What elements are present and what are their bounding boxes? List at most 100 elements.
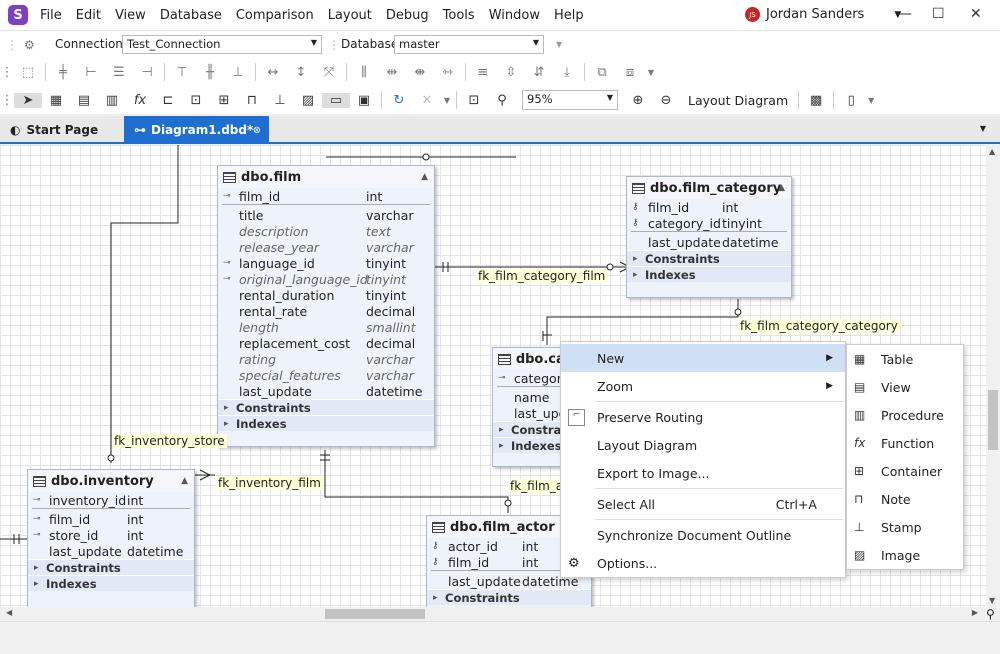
collapse-icon[interactable]: ▲ [181,476,188,486]
scroll-right-icon[interactable]: ▶ [972,608,978,617]
function-icon[interactable]: fx [126,93,154,108]
menu-item-export-image[interactable]: Export to Image... [561,459,845,487]
auto-size-icon[interactable]: ⬚ [14,65,42,80]
menu-debug[interactable]: Debug [386,8,429,23]
menu-item-layout-diagram[interactable]: Layout Diagram [561,431,845,459]
collapse-icon[interactable]: ▲ [421,172,428,182]
bring-front-icon[interactable]: ⧉ [588,65,616,80]
entity-header[interactable]: dbo.inventory ▲ [28,470,194,492]
column-row[interactable]: description text [218,223,434,239]
column-row[interactable]: ⊸ language_id tinyint [218,255,434,271]
horizontal-scroll-thumb[interactable] [325,609,425,619]
chevron-down-icon[interactable]: ▼ [441,96,453,105]
database-select[interactable]: master ▼ [394,35,544,54]
vspace-remove-icon[interactable]: ⤓ [553,65,581,80]
column-row[interactable]: last_update datetime [218,383,434,399]
close-icon[interactable]: ⊗ [253,125,261,136]
procedure-icon[interactable]: ▥ [98,93,126,108]
table-film-category[interactable]: dbo.film_category ▲ ⚷ film_id int ⚷ category… [626,176,792,298]
indexes-section[interactable]: Indexes [627,266,791,282]
align-top-icon[interactable]: ⊤ [168,65,196,80]
column-row[interactable]: rental_rate decimal [218,303,434,319]
menu-database[interactable]: Database [160,8,222,23]
vspace-increase-icon[interactable]: ⇳ [497,65,525,80]
tab-diagram[interactable]: ⊶ Diagram1.dbd* ⊗ [124,116,269,144]
space-remove-icon[interactable]: ⇿ [434,65,462,80]
relation-icon[interactable]: ⊏ [154,93,182,108]
submenu-item-function[interactable]: fx Function [847,429,963,457]
export-icon[interactable]: ▣ [350,93,378,108]
note-icon[interactable]: ⊓ [238,93,266,108]
chevron-down-icon[interactable]: ▼ [865,96,877,105]
menu-item-sync-outline[interactable]: Synchronize Document Outline [561,521,845,549]
fk-label[interactable]: fk_film_category_category [738,319,900,333]
indexes-section[interactable]: Indexes [218,415,434,431]
table-film[interactable]: dbo.film ▲ ⊸ film_id int title varchar descr… [217,165,435,447]
menu-window[interactable]: Window [489,8,540,23]
vspace-decrease-icon[interactable]: ⇵ [525,65,553,80]
submenu-item-view[interactable]: ▤ View [847,373,963,401]
menu-item-select-all[interactable]: Select All Ctrl+A [561,490,845,518]
column-row[interactable]: ⚷ category_id tinyint [627,215,791,231]
menu-view[interactable]: View [115,8,146,23]
view-icon[interactable]: ▤ [70,93,98,108]
outline-icon[interactable]: ▩ [802,93,830,108]
column-row[interactable]: ⊸ inventory_id int [28,492,194,508]
menu-tools[interactable]: Tools [443,8,475,23]
align-bottom-icon[interactable]: ⊥ [224,65,252,80]
cancel-icon[interactable]: ✕ [413,93,441,108]
column-row[interactable]: special_features varchar [218,367,434,383]
column-row[interactable]: replacement_cost decimal [218,335,434,351]
collapse-icon[interactable]: ▲ [778,183,785,193]
more-icon[interactable]: ▼ [556,40,562,49]
zoom-out-icon[interactable]: ⊖ [652,93,680,108]
zoom-in-icon[interactable]: ⊕ [624,93,652,108]
same-height-icon[interactable]: ↕ [287,65,315,80]
column-row[interactable]: release_year varchar [218,239,434,255]
vertical-scrollbar[interactable]: ▲ ▼ [986,145,1000,607]
vertical-scroll-thumb[interactable] [988,390,998,450]
horizontal-scrollbar[interactable]: ◀ ▶ [0,607,986,621]
scroll-down-icon[interactable]: ▼ [989,596,995,605]
fk-label[interactable]: fk_inventory_film [216,476,323,490]
submenu-item-table[interactable]: ▦ Table [847,345,963,373]
tabs-overflow-icon[interactable]: ▼ [980,124,986,133]
fk-label[interactable]: fk_film_a [508,479,566,493]
fk-label[interactable]: fk_inventory_store [112,434,227,448]
table-icon[interactable]: ▦ [42,93,70,108]
entity-header[interactable]: dbo.film ▲ [218,166,434,188]
connection-select[interactable]: Test_Connection ▼ [122,35,322,54]
align-vcenter-icon[interactable]: ╫ [196,65,224,80]
same-size-icon[interactable]: ⤧ [315,65,343,80]
space-decrease-icon[interactable]: ⇼ [406,65,434,80]
align-right-icon[interactable]: ⊣ [133,65,161,80]
menu-file[interactable]: File [40,8,62,23]
submenu-item-container[interactable]: ⊞ Container [847,457,963,485]
constraints-section[interactable]: Constraints [627,250,791,266]
scroll-up-icon[interactable]: ▲ [989,147,995,156]
image-icon[interactable]: ▨ [294,93,322,108]
refresh-icon[interactable]: ↻ [385,93,413,108]
scroll-left-icon[interactable]: ◀ [6,608,12,617]
column-row[interactable]: rating varchar [218,351,434,367]
column-row[interactable]: length smallint [218,319,434,335]
menu-layout[interactable]: Layout [328,8,372,23]
maximize-icon[interactable]: ☐ [932,6,945,22]
stamp-icon[interactable]: ⊥ [266,93,294,108]
menu-item-new[interactable]: New ▶ [561,344,845,372]
user-account[interactable]: JS Jordan Sanders ▼ [745,7,901,22]
fk-label[interactable]: fk_film_category_film [476,269,608,283]
zoom-fit-icon[interactable]: ⊡ [460,93,488,108]
menu-help[interactable]: Help [554,8,584,23]
zoom-navigator-icon[interactable]: ⚲ [986,607,995,621]
send-back-icon[interactable]: ⧈ [616,65,644,80]
submenu-item-image[interactable]: ▨ Image [847,541,963,569]
column-row[interactable]: last_update datetime [627,234,791,250]
align-left-icon[interactable]: ⊢ [77,65,105,80]
zoom-icon[interactable]: ⚲ [488,93,516,108]
page-setup-icon[interactable]: ▯ [837,93,865,108]
minimize-icon[interactable]: — [898,6,912,22]
pointer-icon[interactable]: ➤ [14,92,42,108]
align-middle-icon[interactable]: ☰ [105,65,133,80]
submenu-item-procedure[interactable]: ▥ Procedure [847,401,963,429]
